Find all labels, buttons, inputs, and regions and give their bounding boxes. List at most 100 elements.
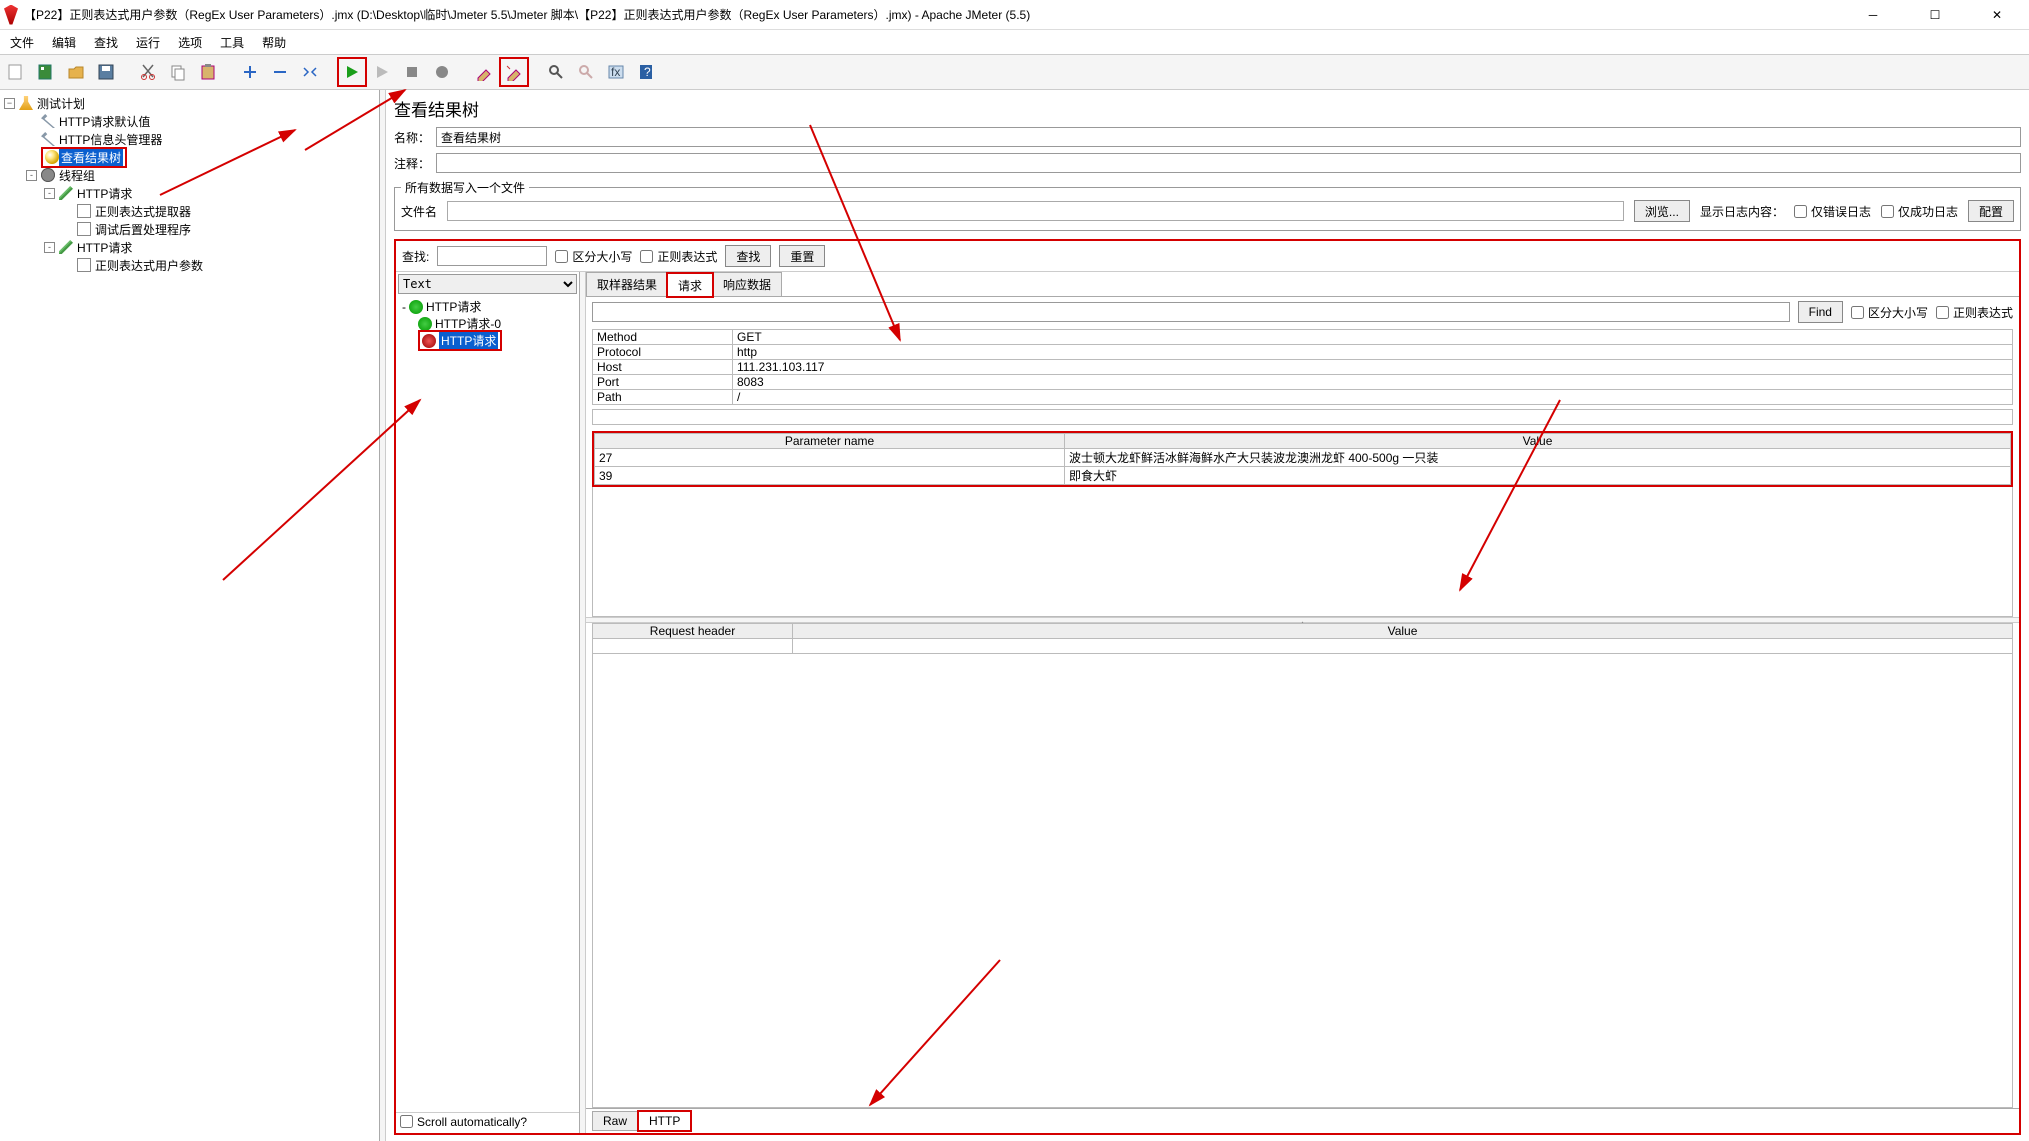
tree-item[interactable]: -线程组 <box>2 166 377 184</box>
collapse-icon[interactable] <box>268 60 292 84</box>
tree-item[interactable]: 正则表达式用户参数 <box>2 256 377 274</box>
search-find-button[interactable]: 查找 <box>725 245 771 267</box>
maximize-button[interactable]: ☐ <box>1915 3 1955 27</box>
only-ok-label: 仅成功日志 <box>1898 203 1958 220</box>
start-icon[interactable] <box>340 60 364 84</box>
search-case-label: 区分大小写 <box>572 248 632 265</box>
info-key: Method <box>593 330 733 345</box>
menu-run[interactable]: 运行 <box>136 34 160 51</box>
menu-options[interactable]: 选项 <box>178 34 202 51</box>
find-input[interactable] <box>592 302 1790 322</box>
function-helper-icon[interactable]: fx <box>604 60 628 84</box>
search-reset-button[interactable]: 重置 <box>779 245 825 267</box>
params-table: Parameter nameValue 27波士顿大龙虾鲜活冰鲜海鲜水产大只装波… <box>594 433 2011 485</box>
tree-item[interactable]: 查看结果树 <box>2 148 377 166</box>
samplers-tree[interactable]: -HTTP请求HTTP请求-0HTTP请求 <box>396 296 579 1112</box>
titlebar: 【P22】正则表达式用户参数（RegEx User Parameters）.jm… <box>0 0 2029 30</box>
new-icon[interactable] <box>4 60 28 84</box>
start-notimers-icon[interactable] <box>370 60 394 84</box>
minimize-button[interactable]: ─ <box>1853 3 1893 27</box>
success-icon <box>418 317 432 331</box>
tab-request[interactable]: 请求 <box>667 273 713 297</box>
templates-icon[interactable] <box>34 60 58 84</box>
tree-item[interactable]: 正则表达式提取器 <box>2 202 377 220</box>
pencil-icon <box>59 186 73 200</box>
tree-item[interactable]: HTTP请求默认值 <box>2 112 377 130</box>
expand-icon[interactable] <box>238 60 262 84</box>
copy-icon[interactable] <box>166 60 190 84</box>
toggle-icon[interactable]: - <box>44 242 55 253</box>
menubar: 文件 编辑 查找 运行 选项 工具 帮助 <box>0 30 2029 54</box>
toggle-icon[interactable]: - <box>44 188 55 199</box>
test-plan-tree[interactable]: −测试计划 HTTP请求默认值HTTP信息头管理器查看结果树-线程组-HTTP请… <box>2 94 377 274</box>
tree-item-label: HTTP信息头管理器 <box>59 131 162 148</box>
name-input[interactable] <box>436 127 2021 147</box>
tree-item[interactable]: HTTP信息头管理器 <box>2 130 377 148</box>
stop-icon[interactable] <box>400 60 424 84</box>
menu-file[interactable]: 文件 <box>10 34 34 51</box>
request-info-table: MethodGETProtocolhttpHost111.231.103.117… <box>592 329 2013 405</box>
tree-item[interactable]: -HTTP请求 <box>2 238 377 256</box>
tree-item[interactable]: 调试后置处理程序 <box>2 220 377 238</box>
menu-tools[interactable]: 工具 <box>220 34 244 51</box>
clear-icon[interactable] <box>472 60 496 84</box>
shutdown-icon[interactable] <box>430 60 454 84</box>
menu-search[interactable]: 查找 <box>94 34 118 51</box>
tab-response[interactable]: 响应数据 <box>712 272 782 296</box>
tab-http[interactable]: HTTP <box>638 1111 691 1131</box>
toggle-icon[interactable]: - <box>402 300 406 314</box>
write-to-file-group: 所有数据写入一个文件 文件名 浏览... 显示日志内容： 仅错误日志 仅成功日志… <box>394 179 2021 231</box>
toggle-icon[interactable]: - <box>26 170 37 181</box>
tab-sampler-result[interactable]: 取样器结果 <box>586 272 668 296</box>
browse-button[interactable]: 浏览... <box>1634 200 1690 222</box>
clearall-icon[interactable] <box>502 60 526 84</box>
sampler-item[interactable]: -HTTP请求 <box>398 298 577 315</box>
search-icon[interactable] <box>544 60 568 84</box>
sampler-item-label: HTTP请求 <box>439 332 498 349</box>
search-case-checkbox[interactable] <box>555 250 568 263</box>
comment-input[interactable] <box>436 153 2021 173</box>
info-value: 8083 <box>733 375 2013 390</box>
request-headers-table: Request headerValue <box>592 623 2013 654</box>
name-label: 名称： <box>394 129 430 146</box>
search-reset-icon[interactable] <box>574 60 598 84</box>
info-value: / <box>733 390 2013 405</box>
tree-item[interactable]: -HTTP请求 <box>2 184 377 202</box>
filename-input[interactable] <box>447 201 1624 221</box>
cut-icon[interactable] <box>136 60 160 84</box>
pencil-icon <box>59 240 73 254</box>
only-err-label: 仅错误日志 <box>1811 203 1871 220</box>
toggle-icon[interactable]: − <box>4 98 15 109</box>
file-label: 文件名 <box>401 203 437 220</box>
save-icon[interactable] <box>94 60 118 84</box>
render-select[interactable]: Text <box>398 274 577 294</box>
search-regex-checkbox[interactable] <box>640 250 653 263</box>
open-icon[interactable] <box>64 60 88 84</box>
close-button[interactable]: ✕ <box>1977 3 2017 27</box>
params-header-value: Value <box>1065 434 2011 449</box>
param-row[interactable]: 27波士顿大龙虾鲜活冰鲜海鲜水产大只装波龙澳洲龙虾 400-500g 一只装 <box>595 449 2011 467</box>
only-err-checkbox[interactable] <box>1794 205 1807 218</box>
scroll-auto-label: Scroll automatically? <box>417 1115 527 1129</box>
find-button[interactable]: Find <box>1798 301 1843 323</box>
find-regex-checkbox[interactable] <box>1936 306 1949 319</box>
scroll-auto-checkbox[interactable] <box>400 1115 413 1128</box>
param-name: 39 <box>595 467 1065 485</box>
toggle-icon[interactable] <box>298 60 322 84</box>
tree-root[interactable]: 测试计划 <box>37 95 85 112</box>
param-row[interactable]: 39即食大虾 <box>595 467 2011 485</box>
menu-help[interactable]: 帮助 <box>262 34 286 51</box>
gear-icon <box>41 168 55 182</box>
info-key: Port <box>593 375 733 390</box>
find-case-checkbox[interactable] <box>1851 306 1864 319</box>
config-button[interactable]: 配置 <box>1968 200 2014 222</box>
sampler-item[interactable]: HTTP请求 <box>398 332 577 349</box>
tab-raw[interactable]: Raw <box>592 1111 638 1131</box>
help-icon[interactable]: ? <box>634 60 658 84</box>
wrench-icon <box>41 132 55 146</box>
only-ok-checkbox[interactable] <box>1881 205 1894 218</box>
menu-edit[interactable]: 编辑 <box>52 34 76 51</box>
search-input[interactable] <box>437 246 547 266</box>
flask-icon <box>19 96 33 110</box>
paste-icon[interactable] <box>196 60 220 84</box>
